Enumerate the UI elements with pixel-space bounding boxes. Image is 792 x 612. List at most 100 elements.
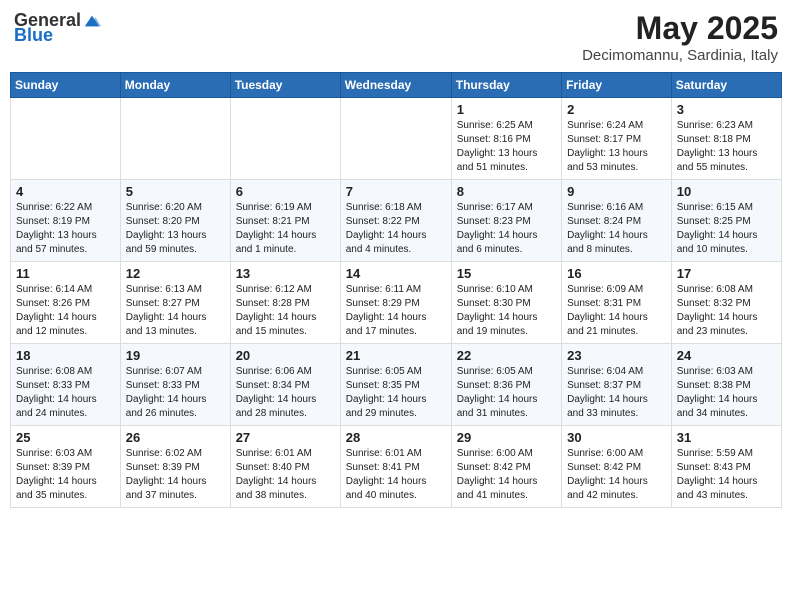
day-number: 12 [126,266,225,281]
day-number: 15 [457,266,556,281]
calendar-cell: 9Sunrise: 6:16 AM Sunset: 8:24 PM Daylig… [562,180,672,262]
calendar-week-row: 11 Sunrise: 6:14 AM Sunset: 8:26 PM Dayli… [11,262,782,344]
title-block: May 2025 Decimomannu, Sardinia, Italy [582,10,778,64]
day-number: 30 [567,430,666,445]
day-number: 26 [126,430,225,445]
day-number: 11 [16,266,115,281]
calendar-cell: 11 Sunrise: 6:14 AM Sunset: 8:26 PM Dayli… [11,262,121,344]
cell-content: Sunrise: 6:22 AM Sunset: 8:19 PM Dayligh… [16,201,115,257]
calendar-week-row: 25 Sunrise: 6:03 AM Sunset: 8:39 PM Dayli… [11,426,782,508]
day-number: 21 [346,348,446,363]
day-number: 28 [346,430,446,445]
cell-content: Sunrise: 5:59 AM Sunset: 8:43 PM Dayligh… [677,447,776,503]
calendar-cell: 20 Sunrise: 6:06 AM Sunset: 8:34 PM Dayli… [230,344,340,426]
calendar-cell: 28Sunrise: 6:01 AM Sunset: 8:41 PM Dayli… [340,426,451,508]
cell-content: Sunrise: 6:05 AM Sunset: 8:36 PM Dayligh… [457,365,556,421]
day-number: 14 [346,266,446,281]
cell-content: Sunrise: 6:10 AM Sunset: 8:30 PM Dayligh… [457,283,556,339]
cell-content: Sunrise: 6:03 AM Sunset: 8:39 PM Dayligh… [16,447,115,503]
calendar-cell: 29 Sunrise: 6:00 AM Sunset: 8:42 PM Dayli… [451,426,561,508]
cell-content: Sunrise: 6:15 AM Sunset: 8:25 PM Dayligh… [677,201,776,257]
calendar-cell: 10 Sunrise: 6:15 AM Sunset: 8:25 PM Dayli… [671,180,781,262]
weekday-header-monday: Monday [120,73,230,98]
day-number: 7 [346,184,446,199]
weekday-header-wednesday: Wednesday [340,73,451,98]
calendar-cell: 17 Sunrise: 6:08 AM Sunset: 8:32 PM Dayli… [671,262,781,344]
weekday-header-thursday: Thursday [451,73,561,98]
calendar-cell: 5 Sunrise: 6:20 AM Sunset: 8:20 PM Daylig… [120,180,230,262]
day-number: 25 [16,430,115,445]
day-number: 16 [567,266,666,281]
calendar-cell [340,98,451,180]
cell-content: Sunrise: 6:00 AM Sunset: 8:42 PM Dayligh… [457,447,556,503]
calendar-cell: 14 Sunrise: 6:11 AM Sunset: 8:29 PM Dayli… [340,262,451,344]
cell-content: Sunrise: 6:24 AM Sunset: 8:17 PM Dayligh… [567,119,666,175]
cell-content: Sunrise: 6:25 AM Sunset: 8:16 PM Dayligh… [457,119,556,175]
day-number: 8 [457,184,556,199]
logo: General Blue [14,10,101,46]
calendar-cell: 18Sunrise: 6:08 AM Sunset: 8:33 PM Dayli… [11,344,121,426]
cell-content: Sunrise: 6:08 AM Sunset: 8:33 PM Dayligh… [16,365,115,421]
day-number: 13 [236,266,335,281]
calendar-cell: 27 Sunrise: 6:01 AM Sunset: 8:40 PM Dayli… [230,426,340,508]
calendar-cell: 24 Sunrise: 6:03 AM Sunset: 8:38 PM Dayli… [671,344,781,426]
weekday-header-saturday: Saturday [671,73,781,98]
calendar-cell: 8 Sunrise: 6:17 AM Sunset: 8:23 PM Daylig… [451,180,561,262]
calendar-cell [230,98,340,180]
day-number: 9 [567,184,666,199]
day-number: 2 [567,102,666,117]
calendar-cell [11,98,121,180]
calendar-cell: 7 Sunrise: 6:18 AM Sunset: 8:22 PM Daylig… [340,180,451,262]
cell-content: Sunrise: 6:01 AM Sunset: 8:40 PM Dayligh… [236,447,335,503]
day-number: 22 [457,348,556,363]
cell-content: Sunrise: 6:20 AM Sunset: 8:20 PM Dayligh… [126,201,225,257]
cell-content: Sunrise: 6:18 AM Sunset: 8:22 PM Dayligh… [346,201,446,257]
calendar-cell: 6Sunrise: 6:19 AM Sunset: 8:21 PM Daylig… [230,180,340,262]
cell-content: Sunrise: 6:03 AM Sunset: 8:38 PM Dayligh… [677,365,776,421]
day-number: 29 [457,430,556,445]
calendar-cell: 4 Sunrise: 6:22 AM Sunset: 8:19 PM Daylig… [11,180,121,262]
calendar-cell: 19Sunrise: 6:07 AM Sunset: 8:33 PM Dayli… [120,344,230,426]
calendar-cell: 22 Sunrise: 6:05 AM Sunset: 8:36 PM Dayli… [451,344,561,426]
cell-content: Sunrise: 6:07 AM Sunset: 8:33 PM Dayligh… [126,365,225,421]
weekday-header-tuesday: Tuesday [230,73,340,98]
calendar-cell: 16Sunrise: 6:09 AM Sunset: 8:31 PM Dayli… [562,262,672,344]
day-number: 17 [677,266,776,281]
day-number: 5 [126,184,225,199]
logo-blue: Blue [14,25,53,46]
calendar-cell: 3 Sunrise: 6:23 AM Sunset: 8:18 PM Daylig… [671,98,781,180]
day-number: 20 [236,348,335,363]
day-number: 10 [677,184,776,199]
page-header: General Blue May 2025 Decimomannu, Sardi… [10,10,782,64]
cell-content: Sunrise: 6:08 AM Sunset: 8:32 PM Dayligh… [677,283,776,339]
day-number: 27 [236,430,335,445]
cell-content: Sunrise: 6:14 AM Sunset: 8:26 PM Dayligh… [16,283,115,339]
day-number: 3 [677,102,776,117]
cell-content: Sunrise: 6:17 AM Sunset: 8:23 PM Dayligh… [457,201,556,257]
weekday-header-sunday: Sunday [11,73,121,98]
cell-content: Sunrise: 6:23 AM Sunset: 8:18 PM Dayligh… [677,119,776,175]
cell-content: Sunrise: 6:06 AM Sunset: 8:34 PM Dayligh… [236,365,335,421]
month-year-title: May 2025 [582,10,778,47]
calendar-cell [120,98,230,180]
calendar-cell: 1Sunrise: 6:25 AM Sunset: 8:16 PM Daylig… [451,98,561,180]
weekday-header-row: SundayMondayTuesdayWednesdayThursdayFrid… [11,73,782,98]
calendar-week-row: 18Sunrise: 6:08 AM Sunset: 8:33 PM Dayli… [11,344,782,426]
calendar-cell: 30Sunrise: 6:00 AM Sunset: 8:42 PM Dayli… [562,426,672,508]
calendar-cell: 25 Sunrise: 6:03 AM Sunset: 8:39 PM Dayli… [11,426,121,508]
weekday-header-friday: Friday [562,73,672,98]
day-number: 24 [677,348,776,363]
day-number: 23 [567,348,666,363]
logo-icon [83,12,101,30]
cell-content: Sunrise: 6:12 AM Sunset: 8:28 PM Dayligh… [236,283,335,339]
cell-content: Sunrise: 6:19 AM Sunset: 8:21 PM Dayligh… [236,201,335,257]
calendar-cell: 21Sunrise: 6:05 AM Sunset: 8:35 PM Dayli… [340,344,451,426]
cell-content: Sunrise: 6:02 AM Sunset: 8:39 PM Dayligh… [126,447,225,503]
day-number: 4 [16,184,115,199]
calendar-cell: 13 Sunrise: 6:12 AM Sunset: 8:28 PM Dayli… [230,262,340,344]
cell-content: Sunrise: 6:13 AM Sunset: 8:27 PM Dayligh… [126,283,225,339]
day-number: 31 [677,430,776,445]
calendar-table: SundayMondayTuesdayWednesdayThursdayFrid… [10,72,782,508]
calendar-cell: 23Sunrise: 6:04 AM Sunset: 8:37 PM Dayli… [562,344,672,426]
cell-content: Sunrise: 6:11 AM Sunset: 8:29 PM Dayligh… [346,283,446,339]
